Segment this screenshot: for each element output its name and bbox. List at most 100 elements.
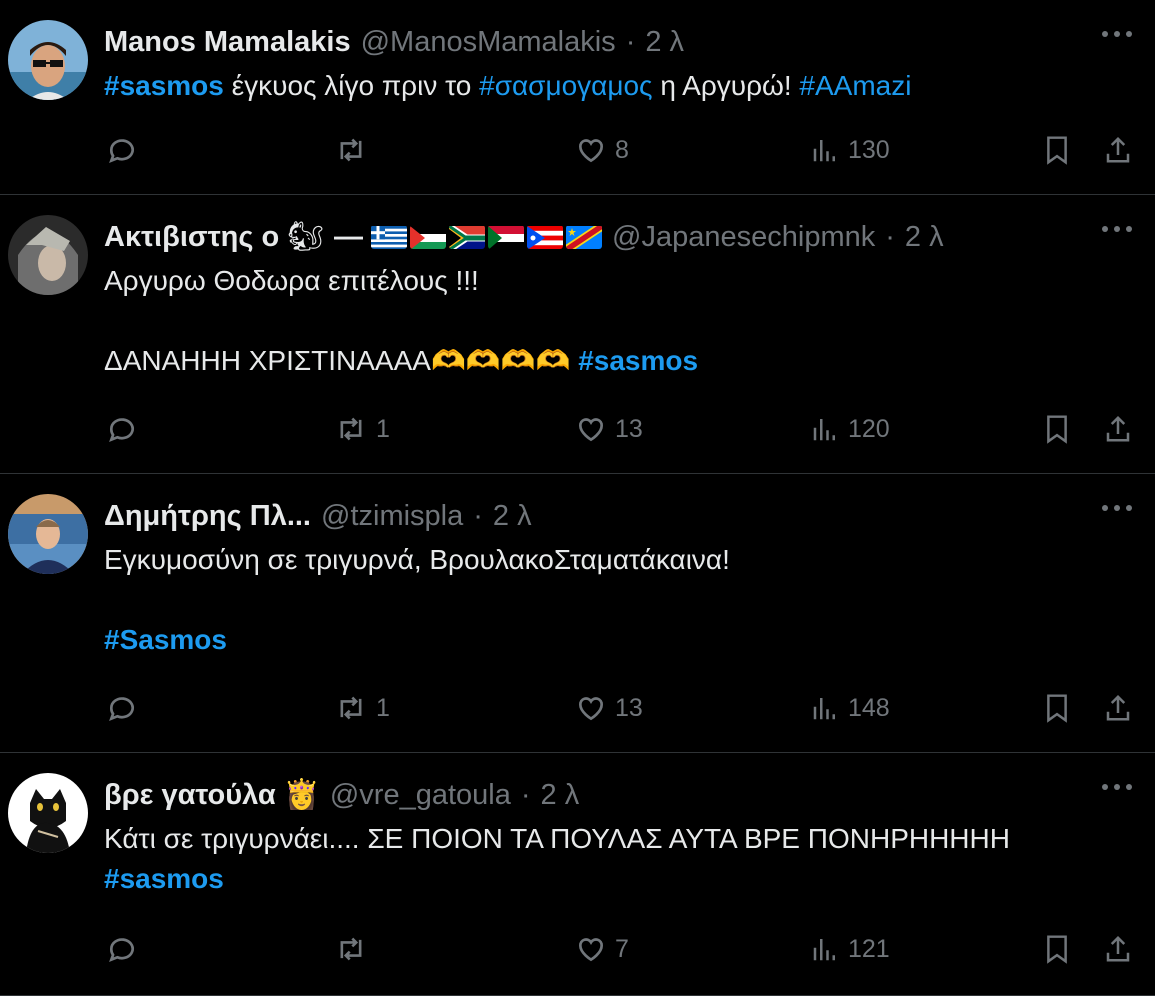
avatar[interactable]	[8, 20, 88, 100]
like-button[interactable]: 13	[575, 686, 643, 730]
share-icon	[1103, 692, 1133, 724]
views-icon	[810, 933, 840, 965]
views-button[interactable]: 121	[810, 927, 890, 971]
like-icon	[575, 692, 607, 724]
views-button[interactable]: 120	[810, 407, 890, 451]
tweet[interactable]: βρε γατούλα 👸 @vre_gatoula · 2 λ Κάτι σε τριγ…	[0, 753, 1155, 996]
flag-sudan-icon	[488, 225, 525, 249]
hashtag-link[interactable]: #AAmazi	[799, 70, 911, 101]
timestamp[interactable]: 2 λ	[645, 26, 684, 59]
flag-south-africa-icon	[449, 225, 486, 249]
author-handle[interactable]: @ManosMamalakis	[361, 26, 616, 59]
like-button[interactable]: 7	[575, 927, 629, 971]
repost-button[interactable]	[334, 927, 376, 971]
author-name[interactable]: Manos Mamalakis	[104, 26, 351, 59]
reply-button[interactable]	[106, 686, 146, 730]
views-count: 120	[848, 414, 890, 443]
share-button[interactable]	[1103, 927, 1133, 971]
views-icon	[810, 413, 840, 445]
reposts-count: 1	[376, 693, 390, 722]
repost-icon	[334, 134, 368, 166]
more-options-icon[interactable]	[1097, 211, 1137, 247]
more-options-icon[interactable]	[1097, 769, 1137, 805]
hashtag-link[interactable]: #sasmos	[578, 345, 698, 376]
bookmark-button[interactable]	[1043, 407, 1071, 451]
bookmark-icon	[1043, 413, 1071, 445]
reply-button[interactable]	[106, 407, 146, 451]
timestamp[interactable]: 2 λ	[493, 500, 532, 533]
avatar[interactable]	[8, 773, 88, 853]
author-name[interactable]: Ακτιβιστης ο	[104, 221, 279, 254]
tweet-text: Κάτι σε τριγυρνάει.... ΣΕ ΠΟΙΟΝ ΤΑ ΠΟΥΛΑ…	[104, 819, 1115, 899]
repost-icon	[334, 933, 368, 965]
bookmark-icon	[1043, 134, 1071, 166]
bookmark-button[interactable]	[1043, 128, 1071, 172]
like-icon	[575, 134, 607, 166]
tweet[interactable]: Δημήτρης Πλ... @tzimispla · 2 λ Εγκυμοσύνη σ…	[0, 474, 1155, 753]
tweet-actions: 1 13 148	[0, 686, 1155, 730]
reply-button[interactable]	[106, 128, 146, 172]
share-icon	[1103, 933, 1133, 965]
repost-button[interactable]	[334, 128, 376, 172]
hashtag-link[interactable]: #sasmos	[104, 70, 224, 101]
hashtag-link[interactable]: #sasmos	[104, 863, 224, 894]
tweet-line: Αργυρω Θοδωρα επιτέλους !!!	[104, 261, 1115, 301]
tweet[interactable]: Ακτιβιστης ο 🐿 — @Japanesechipmnk · 2 λ Αργυρω…	[0, 195, 1155, 474]
repost-icon	[334, 413, 368, 445]
author-handle[interactable]: @tzimispla	[321, 500, 463, 533]
tweet-actions: 7 121	[0, 927, 1155, 971]
reply-icon	[106, 134, 138, 166]
tweet-actions: 8 130	[0, 128, 1155, 172]
views-button[interactable]: 130	[810, 128, 890, 172]
likes-count: 7	[615, 934, 629, 963]
tweet-line: ΔΑΝΑΗΗΗ ΧΡΙΣΤΙΝΑΑΑΑ🫶🫶🫶🫶 #sasmos	[104, 341, 1115, 381]
text-segment: η Αργυρώ!	[652, 70, 800, 101]
text-segment: ΔΑΝΑΗΗΗ ΧΡΙΣΤΙΝΑΑΑΑ	[104, 345, 431, 376]
text-segment: Κάτι σε τριγυρνάει.... ΣΕ ΠΟΙΟΝ ΤΑ ΠΟΥΛΑ…	[104, 823, 1010, 854]
timeline-feed: Manos Mamalakis @ManosMamalakis · 2 λ #sasmo…	[0, 0, 1155, 996]
avatar[interactable]	[8, 494, 88, 574]
like-button[interactable]: 13	[575, 407, 643, 451]
hashtag-link[interactable]: #σασμογαμος	[479, 70, 652, 101]
tweet-line: #sasmos έγκυος λίγο πριν το #σασμογαμος …	[104, 66, 1115, 106]
views-button[interactable]: 148	[810, 686, 890, 730]
reply-icon	[106, 933, 138, 965]
name-dash: —	[334, 220, 364, 253]
flag-greece-icon	[371, 225, 408, 249]
like-button[interactable]: 8	[575, 128, 629, 172]
hashtag-link[interactable]: #Sasmos	[104, 624, 227, 655]
reply-button[interactable]	[106, 927, 146, 971]
bookmark-button[interactable]	[1043, 927, 1071, 971]
tweet-line	[104, 301, 1115, 341]
share-button[interactable]	[1103, 686, 1133, 730]
more-options-icon[interactable]	[1097, 490, 1137, 526]
timestamp[interactable]: 2 λ	[541, 779, 580, 812]
tweet-header: Manos Mamalakis @ManosMamalakis · 2 λ	[104, 22, 1155, 62]
more-options-icon[interactable]	[1097, 16, 1137, 52]
likes-count: 13	[615, 693, 643, 722]
repost-button[interactable]: 1	[334, 686, 390, 730]
flag-puerto-rico-icon	[527, 225, 564, 249]
tweet-line: Εγκυμοσύνη σε τριγυρνά, ΒρουλακοΣταματάκ…	[104, 540, 1115, 580]
text-segment: έγκυος λίγο πριν το	[223, 70, 480, 101]
tweet[interactable]: Manos Mamalakis @ManosMamalakis · 2 λ #sasmo…	[0, 0, 1155, 195]
views-count: 121	[848, 934, 890, 963]
share-button[interactable]	[1103, 128, 1133, 172]
separator-dot: ·	[625, 25, 636, 58]
author-handle[interactable]: @vre_gatoula	[330, 779, 511, 812]
author-handle[interactable]: @Japanesechipmnk	[612, 221, 875, 254]
tweet-header: βρε γατούλα 👸 @vre_gatoula · 2 λ	[104, 775, 1155, 815]
tweet-line: Κάτι σε τριγυρνάει.... ΣΕ ΠΟΙΟΝ ΤΑ ΠΟΥΛΑ…	[104, 819, 1115, 859]
reply-icon	[106, 413, 138, 445]
avatar[interactable]	[8, 215, 88, 295]
author-name[interactable]: βρε γατούλα	[104, 779, 276, 812]
repost-button[interactable]: 1	[334, 407, 390, 451]
bookmark-button[interactable]	[1043, 686, 1071, 730]
author-name[interactable]: Δημήτρης Πλ...	[104, 500, 311, 533]
like-icon	[575, 413, 607, 445]
separator-dot: ·	[520, 778, 531, 811]
share-button[interactable]	[1103, 407, 1133, 451]
tweet-line	[104, 580, 1115, 620]
timestamp[interactable]: 2 λ	[905, 221, 944, 254]
share-icon	[1103, 413, 1133, 445]
